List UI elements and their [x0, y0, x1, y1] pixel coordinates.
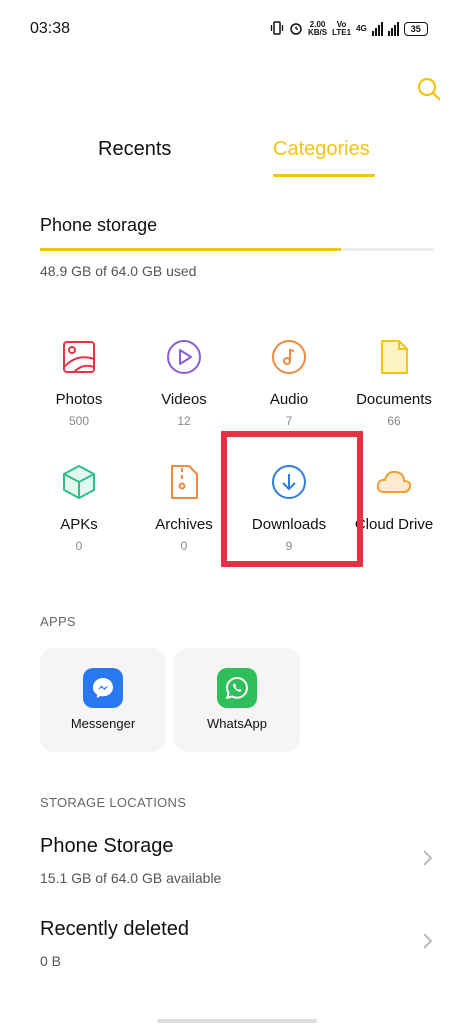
- location-recently-deleted[interactable]: Recently deleted: [40, 918, 189, 941]
- downloads-highlight-box: [221, 431, 363, 567]
- documents-icon: [381, 340, 408, 374]
- app-label: WhatsApp: [207, 716, 267, 731]
- category-count: 12: [177, 414, 191, 428]
- chevron-right-icon[interactable]: [420, 932, 434, 950]
- whatsapp-icon: [217, 668, 257, 708]
- category-documents[interactable]: Documents 66: [339, 337, 449, 428]
- active-tab-indicator: [273, 174, 375, 177]
- signal-icon-2: [387, 22, 399, 36]
- category-count: 66: [387, 414, 401, 428]
- audio-icon: [272, 340, 306, 374]
- category-videos[interactable]: Videos 12: [129, 337, 239, 428]
- storage-locations-header: STORAGE LOCATIONS: [40, 795, 187, 810]
- category-label: APKs: [60, 516, 98, 533]
- location-phone-storage-subtitle: 15.1 GB of 64.0 GB available: [40, 870, 222, 886]
- status-time: 03:38: [30, 20, 71, 37]
- location-phone-storage[interactable]: Phone Storage: [40, 835, 173, 858]
- storage-title[interactable]: Phone storage: [40, 215, 157, 236]
- search-button[interactable]: [416, 76, 442, 102]
- category-label: Videos: [161, 391, 207, 408]
- tab-recents[interactable]: Recents: [98, 138, 171, 161]
- category-count: 0: [75, 539, 83, 553]
- apps-header: APPS: [40, 614, 76, 629]
- cloud-icon: [376, 470, 412, 493]
- category-count: 500: [68, 414, 90, 428]
- category-label: Documents: [356, 391, 432, 408]
- storage-progress-fill: [40, 248, 342, 251]
- app-messenger[interactable]: Messenger: [40, 648, 166, 752]
- apk-icon: [63, 465, 95, 499]
- vibrate-icon: [270, 20, 284, 38]
- photos-icon: [63, 341, 95, 373]
- videos-icon: [167, 340, 201, 374]
- status-icons: 2.00 KB/S Vo LTE1 4G 35: [270, 14, 450, 44]
- network-type: 4G: [356, 24, 367, 33]
- search-icon: [417, 77, 441, 101]
- app-label: Messenger: [70, 716, 136, 731]
- location-recently-deleted-subtitle: 0 B: [40, 953, 62, 969]
- storage-used-text: 48.9 GB of 64.0 GB used: [40, 263, 197, 279]
- app-whatsapp[interactable]: WhatsApp: [174, 648, 300, 752]
- category-apks[interactable]: APKs 0: [24, 462, 134, 553]
- speed-unit: KB/S: [308, 28, 328, 37]
- category-label: Photos: [55, 391, 103, 408]
- archives-icon: [171, 465, 198, 499]
- alarm-icon: [289, 21, 303, 38]
- volte-indicator: Vo LTE1: [332, 21, 351, 37]
- tab-categories[interactable]: Categories: [273, 138, 370, 161]
- battery-icon: 35: [403, 22, 428, 36]
- category-label: Audio: [269, 391, 309, 408]
- category-photos[interactable]: Photos 500: [24, 337, 134, 428]
- messenger-icon: [83, 668, 123, 708]
- network-speed: 2.00 KB/S: [308, 21, 327, 37]
- category-audio[interactable]: Audio 7: [234, 337, 344, 428]
- category-count: 7: [285, 414, 293, 428]
- volte-bottom: LTE1: [332, 28, 352, 37]
- signal-icon: [371, 22, 383, 36]
- chevron-right-icon[interactable]: [420, 849, 434, 867]
- home-indicator[interactable]: [157, 1019, 317, 1023]
